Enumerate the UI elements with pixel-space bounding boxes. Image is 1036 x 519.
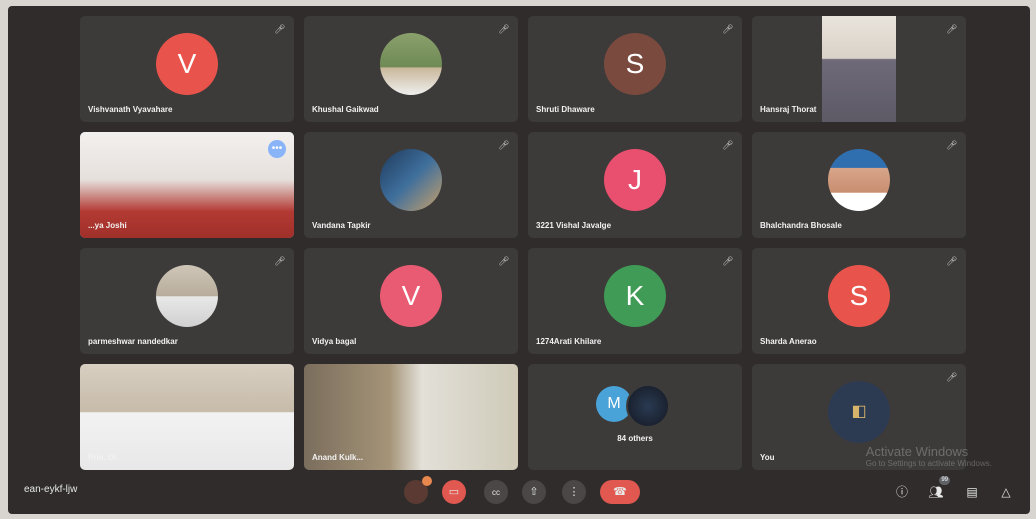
- captions-icon: cc: [492, 488, 500, 497]
- participant-name: You: [760, 453, 775, 462]
- mic-muted-icon: 🎤︎: [274, 256, 286, 266]
- participant-name: parmeshwar nandedkar: [88, 337, 178, 346]
- participant-tile[interactable]: S 🎤︎ Shruti Dhaware: [528, 16, 742, 122]
- watermark-title: Activate Windows: [865, 444, 969, 459]
- avatar: S: [828, 265, 890, 327]
- present-icon: ⇧: [529, 486, 539, 498]
- avatar: [626, 384, 670, 428]
- self-avatar: ◧: [828, 381, 890, 443]
- participant-name: Prin. Dr.: [88, 453, 119, 462]
- participant-name: ...ya Joshi: [88, 221, 127, 230]
- avatar: V: [380, 265, 442, 327]
- participant-tile[interactable]: Prin. Dr.: [80, 364, 294, 470]
- camera-off-icon: ▭: [448, 486, 460, 498]
- participant-tile[interactable]: V 🎤︎ Vidya bagal: [304, 248, 518, 354]
- chat-icon: ▤: [966, 485, 978, 499]
- participant-count-badge: 99: [939, 476, 950, 485]
- mic-muted-icon: 🎤︎: [498, 24, 510, 34]
- mic-muted-icon: 🎤︎: [498, 140, 510, 150]
- self-preview-button[interactable]: [404, 476, 432, 504]
- present-button[interactable]: ⇧: [522, 480, 546, 504]
- notification-dot: [422, 476, 432, 486]
- participant-tile[interactable]: 🎤︎ Bhalchandra Bhosale: [752, 132, 966, 238]
- people-icon: 👥︎: [928, 485, 944, 499]
- bottom-toolbar: ean-eykf-ljw ▭ cc ⇧ ⋮ ☎ ⓘ 👥︎ 99 ▤ △: [8, 470, 1030, 514]
- participant-tile[interactable]: 🎤︎ Khushal Gaikwad: [304, 16, 518, 122]
- participant-name: Vidya bagal: [312, 337, 357, 346]
- avatar: J: [604, 149, 666, 211]
- participant-name: Anand Kulk...: [312, 453, 364, 462]
- mic-muted-icon: 🎤︎: [946, 372, 958, 382]
- participant-name: 1274Arati Khilare: [536, 337, 602, 346]
- participant-tile[interactable]: 🎤︎ Hansraj Thorat: [752, 16, 966, 122]
- avatar: [156, 265, 218, 327]
- mic-muted-icon: 🎤︎: [274, 24, 286, 34]
- avatar: [380, 149, 442, 211]
- activities-button[interactable]: △: [996, 482, 1016, 502]
- avatar: S: [604, 33, 666, 95]
- mic-muted-icon: 🎤︎: [946, 256, 958, 266]
- meet-window: V 🎤︎ Vishvanath Vyavahare 🎤︎ Khushal Gai…: [8, 6, 1030, 514]
- participant-tile[interactable]: Anand Kulk...: [304, 364, 518, 470]
- meeting-code: ean-eykf-ljw: [24, 484, 78, 495]
- chat-button[interactable]: ▤: [962, 482, 982, 502]
- windows-activation-watermark: Activate Windows Go to Settings to activ…: [866, 444, 992, 468]
- mic-muted-icon: 🎤︎: [722, 24, 734, 34]
- participant-name: 3221 Vishal Javalge: [536, 221, 612, 230]
- participant-name: Hansraj Thorat: [760, 105, 817, 114]
- participant-name: Sharda Anerao: [760, 337, 817, 346]
- participant-name: Vishvanath Vyavahare: [88, 105, 173, 114]
- participant-name: Khushal Gaikwad: [312, 105, 379, 114]
- participant-tile-speaking[interactable]: ••• ...ya Joshi: [80, 132, 294, 238]
- participant-tile[interactable]: K 🎤︎ 1274Arati Khilare: [528, 248, 742, 354]
- more-options-button[interactable]: ⋮: [562, 480, 586, 504]
- avatar: [828, 149, 890, 211]
- info-icon: ⓘ: [895, 485, 908, 499]
- avatar: [380, 33, 442, 95]
- speaking-indicator-icon: •••: [268, 140, 286, 158]
- meeting-details-button[interactable]: ⓘ: [892, 482, 912, 502]
- hangup-icon: ☎: [613, 486, 627, 498]
- others-count: 84 others: [617, 434, 653, 443]
- participant-tile[interactable]: S 🎤︎ Sharda Anerao: [752, 248, 966, 354]
- watermark-subtitle: Go to Settings to activate Windows.: [865, 459, 992, 468]
- mic-muted-icon: 🎤︎: [946, 140, 958, 150]
- participant-name: Vandana Tapkir: [312, 221, 371, 230]
- avatar: K: [604, 265, 666, 327]
- mic-muted-icon: 🎤︎: [722, 140, 734, 150]
- participant-tile[interactable]: 🎤︎ parmeshwar nandedkar: [80, 248, 294, 354]
- participant-name: Shruti Dhaware: [536, 105, 595, 114]
- activities-icon: △: [1001, 485, 1011, 499]
- participant-tile[interactable]: 🎤︎ Vandana Tapkir: [304, 132, 518, 238]
- more-vert-icon: ⋮: [568, 486, 580, 498]
- captions-button[interactable]: cc: [484, 480, 508, 504]
- people-button[interactable]: 👥︎ 99: [926, 476, 950, 502]
- mic-muted-icon: 🎤︎: [946, 24, 958, 34]
- others-tile[interactable]: M 84 others: [528, 364, 742, 470]
- participant-name: Bhalchandra Bhosale: [760, 221, 842, 230]
- avatar: V: [156, 33, 218, 95]
- mic-muted-icon: 🎤︎: [722, 256, 734, 266]
- leave-call-button[interactable]: ☎: [600, 480, 640, 504]
- participant-tile[interactable]: V 🎤︎ Vishvanath Vyavahare: [80, 16, 294, 122]
- participant-video: [822, 16, 896, 122]
- camera-toggle-button[interactable]: ▭: [442, 480, 466, 504]
- participant-tile[interactable]: J 🎤︎ 3221 Vishal Javalge: [528, 132, 742, 238]
- mic-muted-icon: 🎤︎: [498, 256, 510, 266]
